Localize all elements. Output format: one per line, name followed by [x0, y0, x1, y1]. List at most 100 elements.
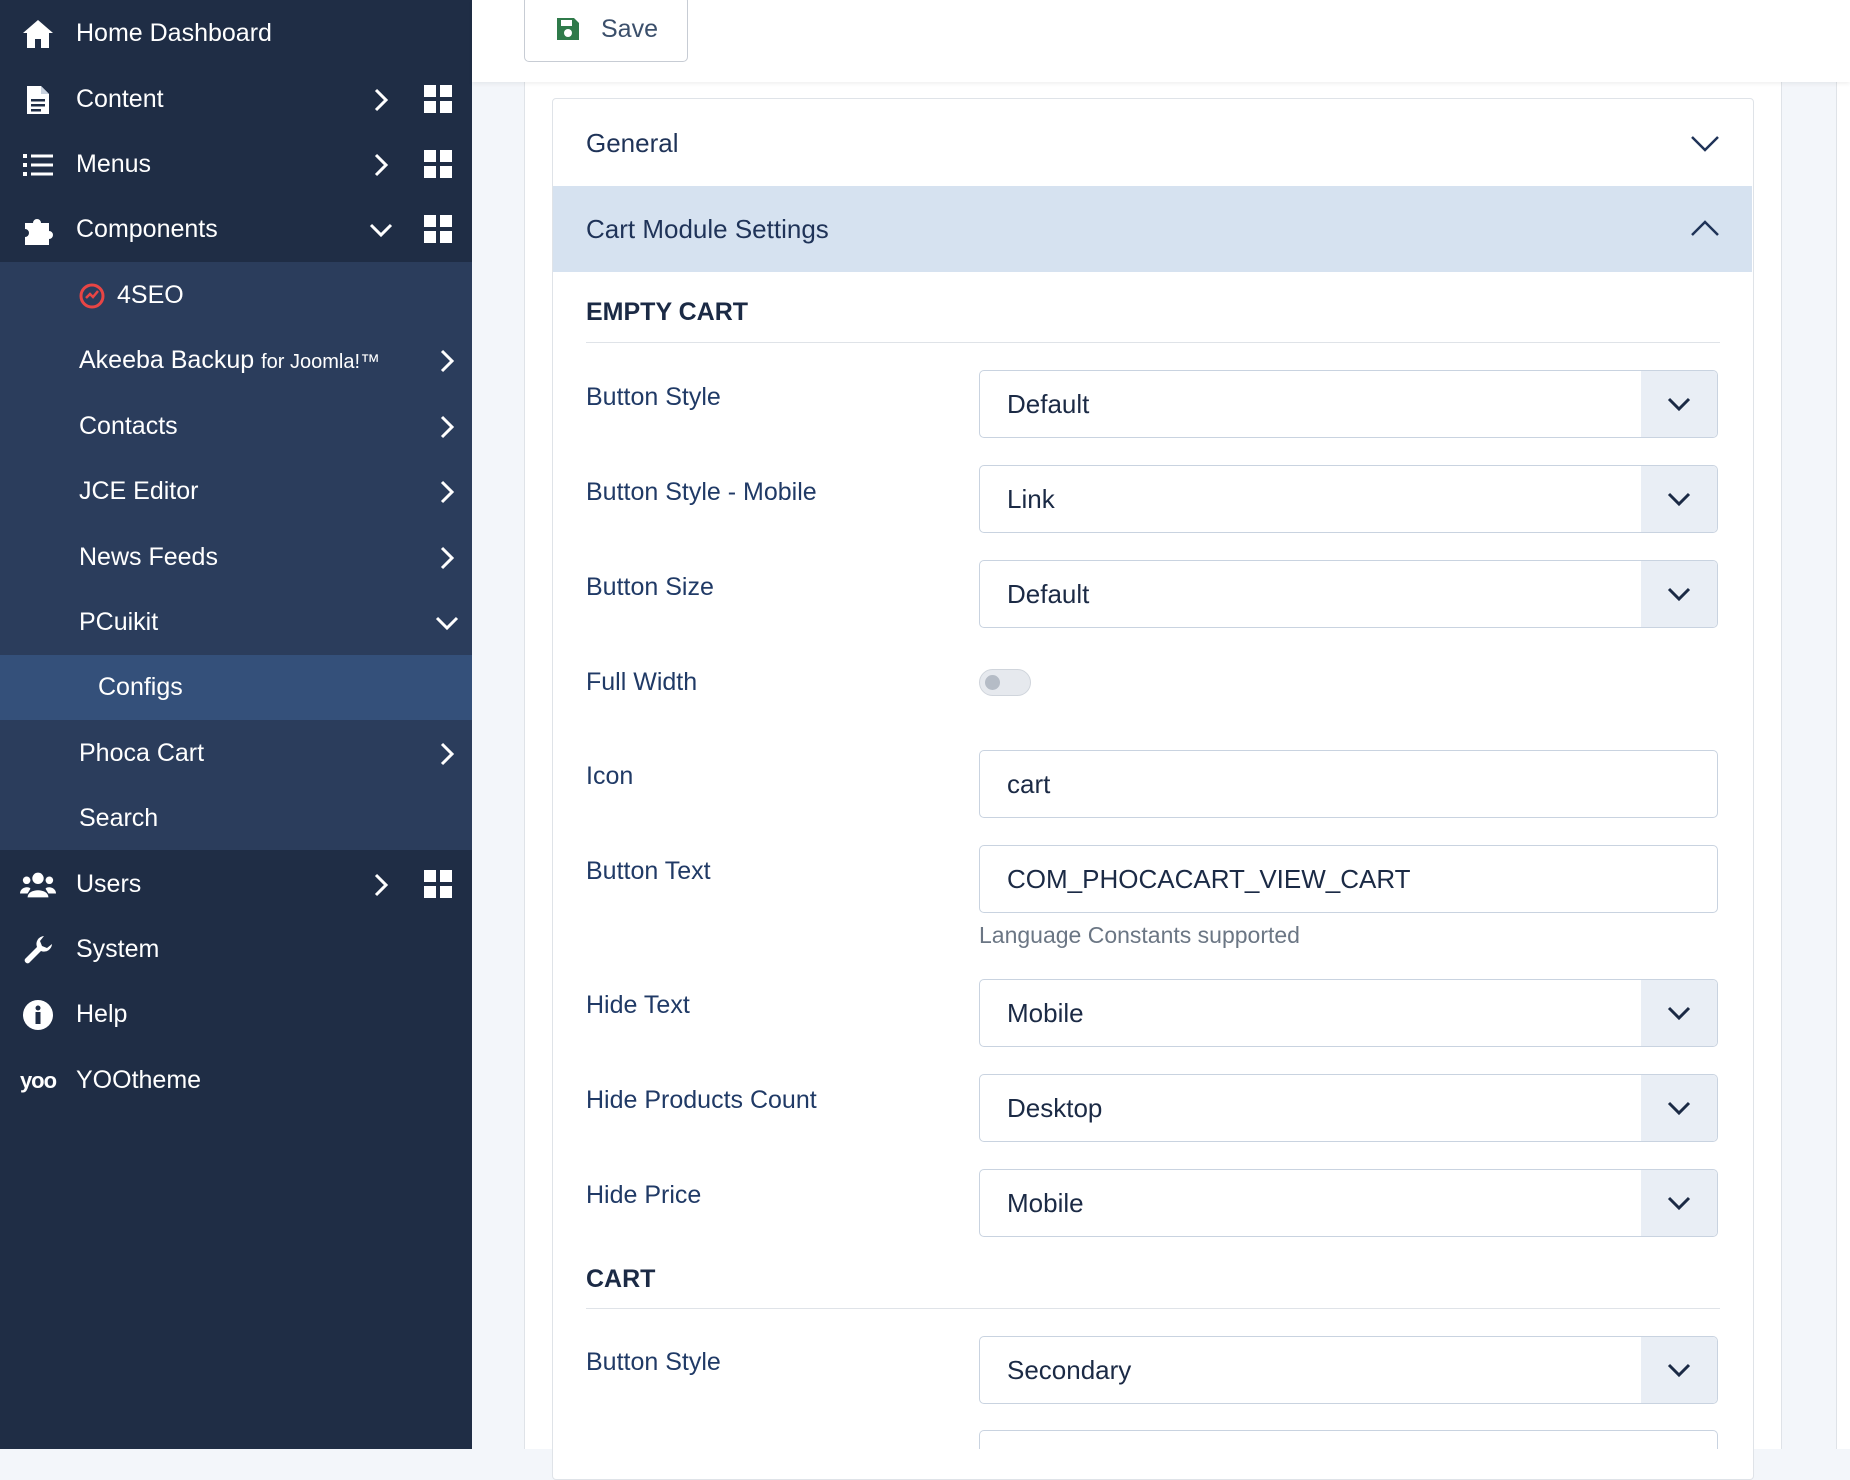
sidebar-item-users[interactable]: Users: [0, 852, 472, 917]
button-size-select[interactable]: Default: [979, 560, 1718, 628]
sidebar-sub-item-pcuikit[interactable]: PCuikit: [0, 590, 472, 655]
chevron-right-icon[interactable]: [432, 477, 462, 507]
sidebar-sub-item-4seo[interactable]: 4SEO: [0, 263, 472, 328]
home-icon: [20, 16, 56, 52]
chevron-right-icon[interactable]: [366, 870, 396, 900]
sidebar-item-label: News Feeds: [79, 543, 218, 571]
chevron-down-icon: [1641, 466, 1717, 532]
input-value: COM_PHOCACART_VIEW_CART: [1007, 864, 1411, 894]
chevron-right-icon[interactable]: [432, 346, 462, 376]
sidebar-item-label: Components: [76, 215, 218, 243]
4seo-logo-icon: [79, 283, 105, 309]
hide-price-select[interactable]: Mobile: [979, 1169, 1718, 1237]
button-text-input[interactable]: COM_PHOCACART_VIEW_CART: [979, 845, 1718, 913]
file-icon: [20, 82, 56, 118]
select-value: Desktop: [1007, 1093, 1103, 1123]
section-title-cart: CART: [586, 1265, 656, 1293]
hide-text-label: Hide Text: [586, 991, 690, 1019]
hide-products-count-label: Hide Products Count: [586, 1086, 817, 1114]
chevron-right-icon[interactable]: [432, 412, 462, 442]
sidebar-item-label: YOOtheme: [76, 1066, 202, 1094]
sidebar-item-content[interactable]: Content: [0, 67, 472, 132]
cart-button-style-label: Button Style: [586, 1348, 721, 1376]
cart-button-style-select[interactable]: Secondary: [979, 1336, 1718, 1404]
section-divider: [586, 1308, 1720, 1309]
wrench-icon: [20, 932, 56, 968]
list-icon: [20, 147, 56, 183]
sidebar-item-label: Menus: [76, 150, 152, 178]
chevron-down-icon: [1641, 561, 1717, 627]
icon-label: Icon: [586, 762, 634, 790]
sidebar-sub-item-configs[interactable]: Configs: [0, 655, 472, 720]
accordion-title: General: [586, 127, 679, 158]
sidebar-item-system[interactable]: System: [0, 917, 472, 982]
button-style-mobile-label: Button Style - Mobile: [586, 478, 817, 506]
chevron-right-icon[interactable]: [366, 150, 396, 180]
sidebar-sub-item-jce-editor[interactable]: JCE Editor: [0, 459, 472, 524]
sidebar-item-home-dashboard[interactable]: Home Dashboard: [0, 1, 472, 66]
chevron-right-icon[interactable]: [432, 739, 462, 769]
chevron-up-icon: [1688, 212, 1722, 246]
chevron-down-icon[interactable]: [432, 608, 462, 638]
sidebar-sub-item-phoca-cart[interactable]: Phoca Cart: [0, 721, 472, 786]
button-size-label: Button Size: [586, 573, 714, 601]
button-style-label: Button Style: [586, 383, 721, 411]
sidebar-item-components[interactable]: Components: [0, 197, 472, 262]
sidebar-sub-item-contacts[interactable]: Contacts: [0, 394, 472, 459]
sidebar-item-label: JCE Editor: [79, 477, 199, 505]
full-width-label: Full Width: [586, 668, 698, 696]
sidebar-sub-item-search[interactable]: Search: [0, 786, 472, 851]
icon-input[interactable]: cart: [979, 750, 1718, 818]
accordion-cart-module-settings[interactable]: Cart Module Settings: [553, 186, 1752, 272]
sidebar-item-label: Home Dashboard: [76, 19, 272, 47]
accordion-general[interactable]: General: [553, 100, 1752, 187]
save-button[interactable]: Save: [524, 0, 688, 62]
users-icon: [20, 867, 56, 903]
sidebar-item-help[interactable]: Help: [0, 982, 472, 1047]
chevron-down-icon: [1641, 371, 1717, 437]
chevron-down-icon: [1641, 1170, 1717, 1236]
dashboard-grid-icon[interactable]: [424, 84, 454, 115]
select-value: Mobile: [1007, 1188, 1084, 1218]
chevron-down-icon: [1688, 126, 1722, 160]
hide-products-count-select[interactable]: Desktop: [979, 1074, 1718, 1142]
button-text-label: Button Text: [586, 857, 711, 885]
accordion-title: Cart Module Settings: [586, 213, 829, 244]
sidebar-item-label: Search: [79, 804, 159, 832]
chevron-down-icon: [1641, 980, 1717, 1046]
full-width-toggle[interactable]: [979, 669, 1031, 696]
sidebar-sub-item-akeeba[interactable]: Akeeba Backup for Joomla!™: [0, 328, 472, 393]
sidebar-item-suffix: for Joomla!™: [261, 351, 381, 373]
info-icon: [20, 997, 56, 1033]
select-value: Default: [1007, 579, 1090, 609]
sidebar-item-label: Akeeba Backup: [79, 346, 255, 374]
sidebar-item-label: Content: [76, 85, 164, 113]
sidebar-item-label: System: [76, 935, 160, 963]
sidebar-item-label: Contacts: [79, 412, 178, 440]
sidebar-item-yootheme[interactable]: yoo YOOtheme: [0, 1048, 472, 1113]
sidebar-item-menus[interactable]: Menus: [0, 132, 472, 197]
dashboard-grid-icon[interactable]: [424, 149, 454, 180]
sidebar-item-label: Users: [76, 870, 142, 898]
chevron-down-icon: [1641, 1075, 1717, 1141]
sidebar-item-label: 4SEO: [117, 281, 184, 309]
toolbar: Save: [472, 0, 1850, 82]
chevron-right-icon[interactable]: [432, 543, 462, 573]
dashboard-grid-icon[interactable]: [424, 869, 454, 900]
cart-next-select-partial[interactable]: [979, 1430, 1718, 1449]
section-divider: [586, 342, 1720, 343]
select-value: Mobile: [1007, 998, 1084, 1028]
sidebar-sub-item-news-feeds[interactable]: News Feeds: [0, 525, 472, 590]
akeeba-label-group: Akeeba Backup for Joomla!™: [79, 346, 380, 375]
hide-text-select[interactable]: Mobile: [979, 979, 1718, 1047]
button-style-mobile-select[interactable]: Link: [979, 465, 1718, 533]
button-style-select[interactable]: Default: [979, 370, 1718, 438]
sidebar-item-label: Phoca Cart: [79, 739, 205, 767]
select-value: Link: [1007, 484, 1055, 514]
dashboard-grid-icon[interactable]: [424, 214, 454, 245]
hide-price-label: Hide Price: [586, 1181, 702, 1209]
puzzle-icon: [20, 212, 56, 248]
chevron-right-icon[interactable]: [366, 85, 396, 115]
chevron-down-icon[interactable]: [366, 215, 396, 245]
sidebar-item-label: Configs: [98, 673, 183, 701]
